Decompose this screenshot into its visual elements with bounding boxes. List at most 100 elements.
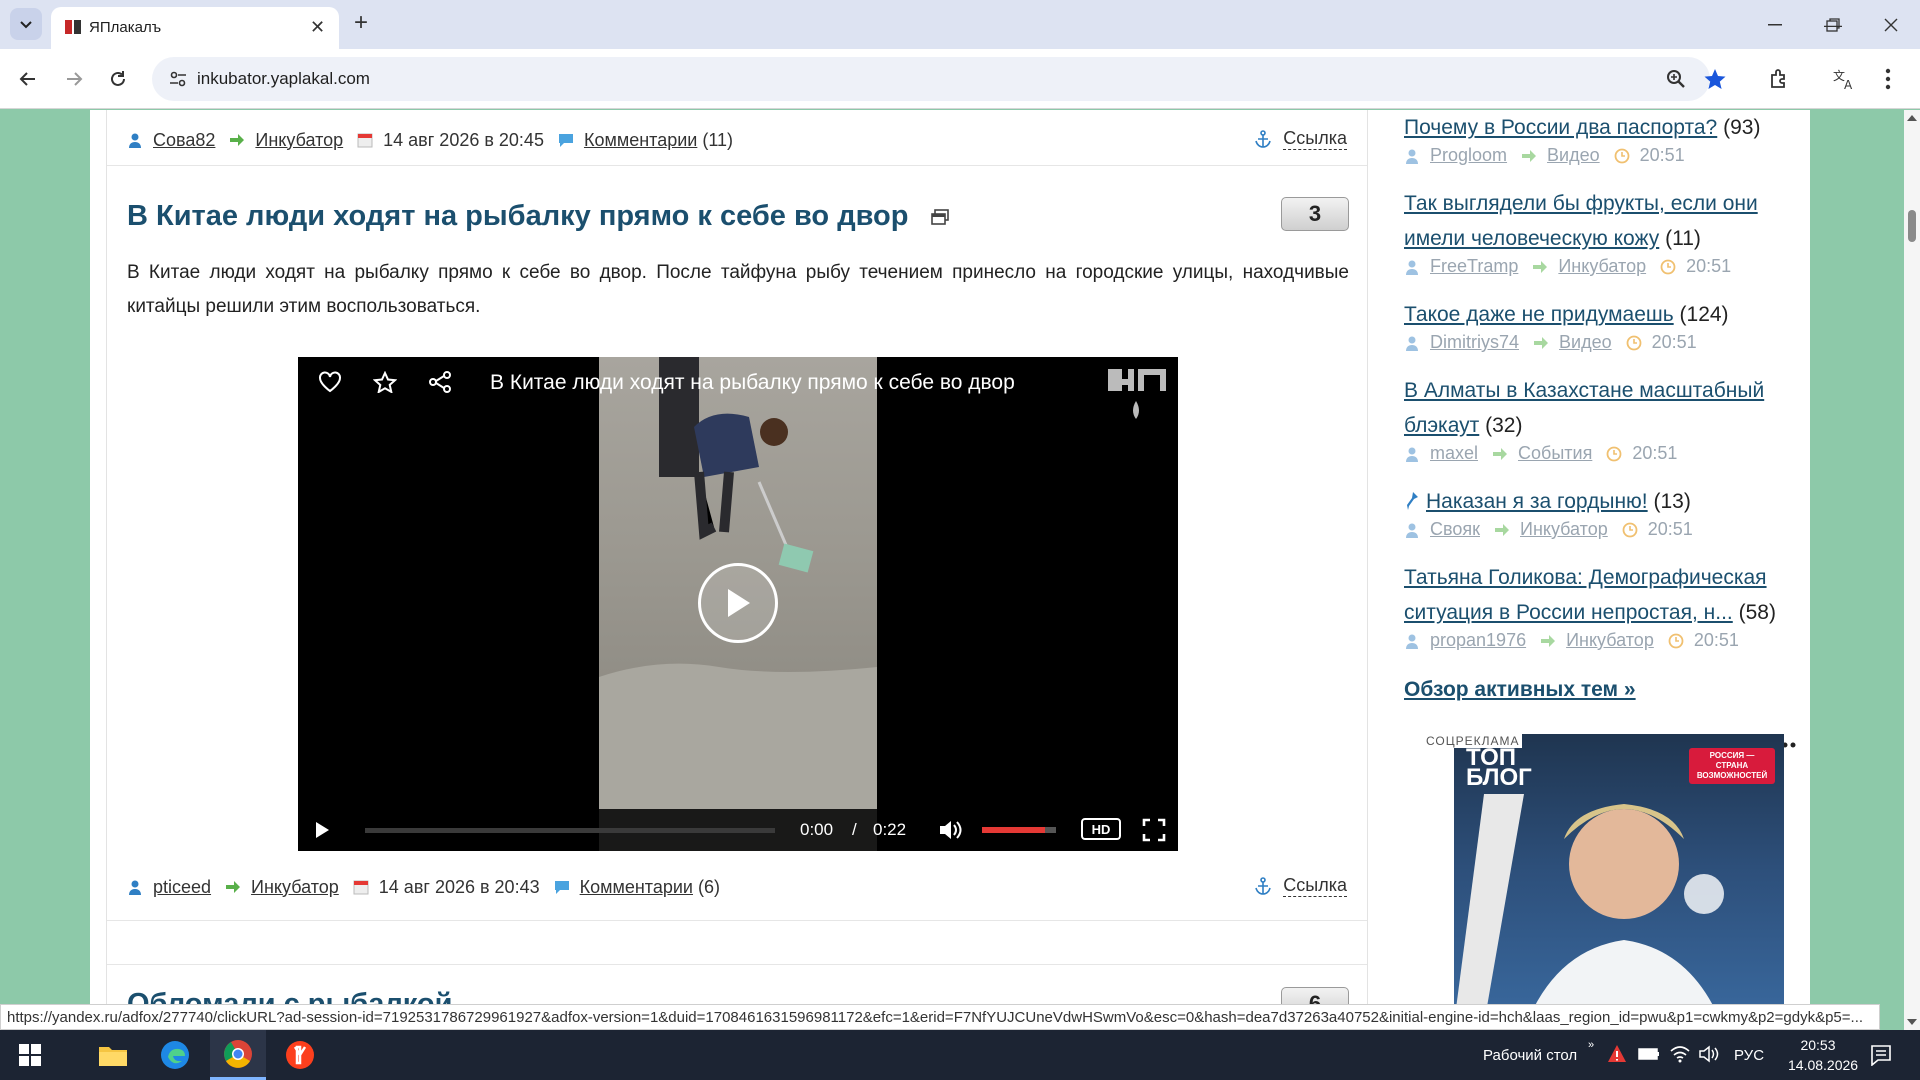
folder-icon (99, 1047, 127, 1066)
topic-link[interactable]: Так выглядели бы фрукты, если они (1404, 192, 1758, 215)
topic-section[interactable]: События (1518, 443, 1592, 464)
close-tab-icon[interactable]: ✕ (310, 17, 325, 38)
forward-button[interactable] (56, 61, 92, 97)
topic-author[interactable]: FreeTramp (1430, 256, 1518, 277)
menu-kebab-icon[interactable] (1885, 67, 1891, 91)
post-author-link[interactable]: Сова82 (153, 130, 215, 151)
topic-section[interactable]: Инкубатор (1558, 256, 1646, 277)
topic-section[interactable]: Инкубатор (1520, 519, 1608, 540)
permalink-label[interactable]: Ссылка (1283, 128, 1347, 150)
topic-meta: maxel События 20:51 (1404, 443, 1677, 464)
user-icon (1406, 447, 1418, 462)
active-topics-link[interactable]: Обзор активных тем » (1404, 672, 1636, 707)
open-new-window-icon[interactable] (930, 209, 949, 226)
fullscreen-icon[interactable] (1142, 818, 1166, 842)
window-minimize-button[interactable] (1760, 10, 1790, 40)
share-icon[interactable] (428, 371, 452, 393)
topic-link[interactable]: В Алматы в Казахстане масштабный (1404, 379, 1764, 402)
tab-search-button[interactable] (10, 8, 42, 40)
url-text[interactable]: inkubator.yaplakal.com (197, 69, 370, 89)
topic-title[interactable]: Татьяна Голикова: Демографическая ситуаци… (1404, 560, 1776, 630)
video-player[interactable]: В Китае люди ходят на рыбалку прямо к се… (298, 357, 1178, 851)
back-button[interactable] (10, 61, 46, 97)
scroll-up-icon[interactable] (1907, 114, 1917, 122)
topic-link[interactable]: ситуация в России непростая, н... (1404, 601, 1733, 624)
star-icon[interactable] (373, 371, 397, 393)
topic-link[interactable]: блэкаут (1404, 414, 1479, 437)
scroll-down-icon[interactable] (1907, 1018, 1917, 1026)
start-button[interactable] (2, 1030, 58, 1080)
tray-clock[interactable]: 20:53 14.08.2026 (1788, 1035, 1858, 1075)
extensions-icon[interactable] (1769, 68, 1791, 90)
topic-time: 20:51 (1651, 332, 1697, 352)
taskbar-chrome[interactable] (210, 1030, 266, 1080)
window-close-button[interactable] (1876, 10, 1906, 40)
heart-icon[interactable] (318, 371, 342, 393)
video-title[interactable]: В Китае люди ходят на рыбалку прямо к се… (490, 371, 1015, 395)
post-permalink[interactable]: Ссылка (1255, 128, 1347, 150)
topic-author[interactable]: Progloom (1430, 145, 1507, 166)
warning-icon[interactable] (1607, 1044, 1627, 1064)
comments-link[interactable]: Комментарии (580, 877, 693, 898)
post-section-link[interactable]: Инкубатор (251, 877, 339, 898)
scrollbar-thumb[interactable] (1908, 210, 1916, 242)
post-rating[interactable]: 3 (1281, 197, 1349, 231)
topic-link[interactable]: Татьяна Голикова: Демографическая (1404, 566, 1767, 589)
topic-section[interactable]: Видео (1547, 145, 1600, 166)
topic-title[interactable]: Почему в России два паспорта? (93) (1404, 110, 1760, 145)
notifications-icon[interactable] (1870, 1044, 1892, 1066)
speaker-icon[interactable] (1698, 1045, 1720, 1063)
wifi-icon[interactable] (1670, 1045, 1690, 1063)
permalink-label[interactable]: Ссылка (1283, 875, 1347, 897)
ad-block[interactable]: СОЦРЕКЛАМА ТОП БЛОГ РОССИЯ — СТРАНА ВОЗМ… (1414, 734, 1798, 1030)
reload-button[interactable] (100, 61, 136, 97)
page-scrollbar[interactable] (1904, 110, 1920, 1030)
play-icon (728, 589, 750, 617)
topic-author[interactable]: Dimitriys74 (1430, 332, 1519, 353)
video-progress-bar[interactable] (365, 828, 775, 833)
topic-title[interactable]: Так выглядели бы фрукты, если они имели ч… (1404, 186, 1758, 256)
tray-desktop-label[interactable]: Рабочий стол (1483, 1030, 1577, 1080)
active-topics-link-text[interactable]: Обзор активных тем » (1404, 678, 1636, 701)
taskbar-file-explorer[interactable] (85, 1030, 141, 1080)
window-restore-button[interactable] (1818, 10, 1848, 40)
translate-icon[interactable]: 文A (1833, 68, 1857, 90)
topic-author[interactable]: propan1976 (1430, 630, 1526, 651)
topic-count: (58) (1738, 601, 1776, 624)
topic-author[interactable]: Свояк (1430, 519, 1480, 540)
hd-button[interactable]: HD (1081, 818, 1121, 840)
play-icon[interactable] (314, 821, 330, 839)
post-permalink[interactable]: Ссылка (1255, 875, 1347, 897)
bookmark-star-icon[interactable] (1704, 68, 1726, 90)
topic-link[interactable]: имели человеческую кожу (1404, 227, 1659, 250)
topic-title[interactable]: В Алматы в Казахстане масштабный блэкаут … (1404, 373, 1764, 443)
address-bar[interactable]: inkubator.yaplakal.com (152, 57, 1710, 101)
active-tab[interactable]: ЯПлакалъ ✕ (51, 7, 339, 49)
post-title-text[interactable]: В Китае люди ходят на рыбалку прямо к се… (127, 200, 908, 232)
battery-icon[interactable] (1638, 1046, 1660, 1062)
volume-icon[interactable] (938, 819, 962, 841)
comments-link[interactable]: Комментарии (584, 130, 697, 151)
topic-section[interactable]: Видео (1559, 332, 1612, 353)
volume-slider[interactable] (982, 827, 1056, 833)
topic-author[interactable]: maxel (1430, 443, 1478, 464)
post-title-link[interactable]: В Китае люди ходят на рыбалку прямо к се… (127, 200, 949, 233)
site-settings-icon[interactable] (168, 69, 188, 89)
topic-title[interactable]: Наказан я за гордыню! (13) (1404, 484, 1691, 519)
zoom-icon[interactable] (1666, 69, 1686, 89)
taskbar-yandex[interactable] (272, 1030, 328, 1080)
tray-chevron-icon[interactable]: » (1588, 1020, 1594, 1070)
ad-image[interactable]: ТОП БЛОГ РОССИЯ — СТРАНА ВОЗМОЖНОСТЕЙ (1454, 734, 1784, 1030)
topic-section[interactable]: Инкубатор (1566, 630, 1654, 651)
topic-title[interactable]: Такое даже не придумаешь (124) (1404, 297, 1729, 332)
new-tab-button[interactable]: + (354, 10, 368, 36)
topic-link[interactable]: Почему в России два паспорта? (1404, 116, 1717, 139)
tray-language[interactable]: РУС (1734, 1030, 1764, 1080)
taskbar-edge[interactable] (147, 1030, 203, 1080)
topic-link[interactable]: Наказан я за гордыню! (1426, 490, 1648, 513)
clock-icon (1626, 335, 1642, 350)
post-author-link[interactable]: pticeed (153, 877, 211, 898)
post-section-link[interactable]: Инкубатор (255, 130, 343, 151)
play-big-button[interactable] (698, 563, 778, 643)
topic-link[interactable]: Такое даже не придумаешь (1404, 303, 1674, 326)
